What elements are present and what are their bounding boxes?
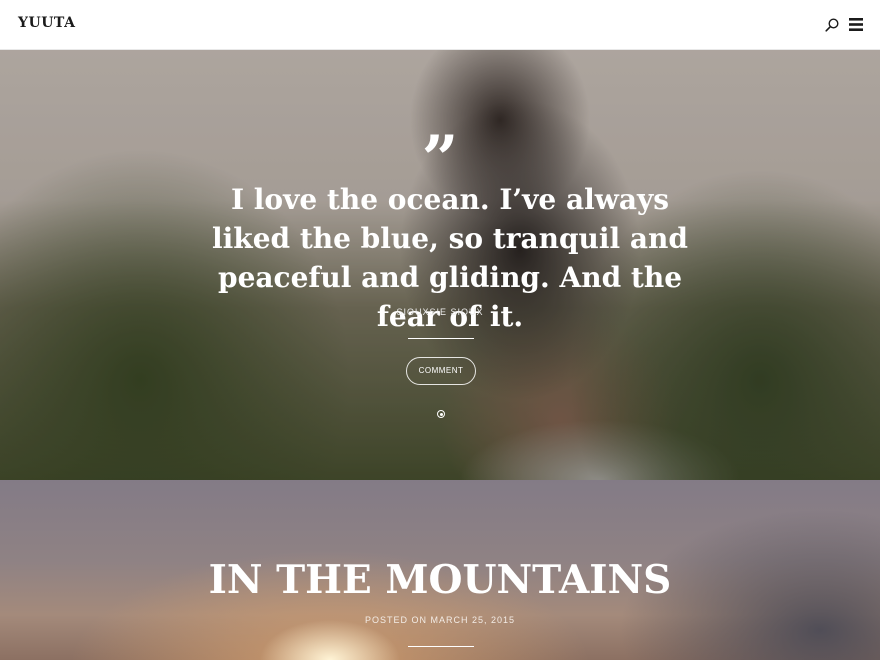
quote-author: SIOUXSIE SIOUX bbox=[396, 307, 484, 317]
post-meta-date: POSTED ON MARCH 25, 2015 bbox=[364, 615, 516, 625]
slider-dot-active[interactable] bbox=[437, 410, 445, 418]
post-card-in-the-mountains: IN THE MOUNTAINS POSTED ON MARCH 25, 201… bbox=[0, 480, 880, 660]
hamburger-menu-icon[interactable] bbox=[849, 18, 863, 31]
site-header: YUUTA bbox=[0, 0, 880, 50]
quote-hero: ” I love the ocean. I’ve always liked th… bbox=[0, 50, 880, 480]
comment-button[interactable]: COMMENT bbox=[406, 357, 476, 385]
post-title-link[interactable]: IN THE MOUNTAINS bbox=[0, 557, 880, 603]
search-icon[interactable] bbox=[824, 17, 840, 33]
divider bbox=[408, 338, 474, 339]
divider bbox=[408, 646, 474, 647]
site-title-link[interactable]: YUUTA bbox=[18, 15, 75, 31]
